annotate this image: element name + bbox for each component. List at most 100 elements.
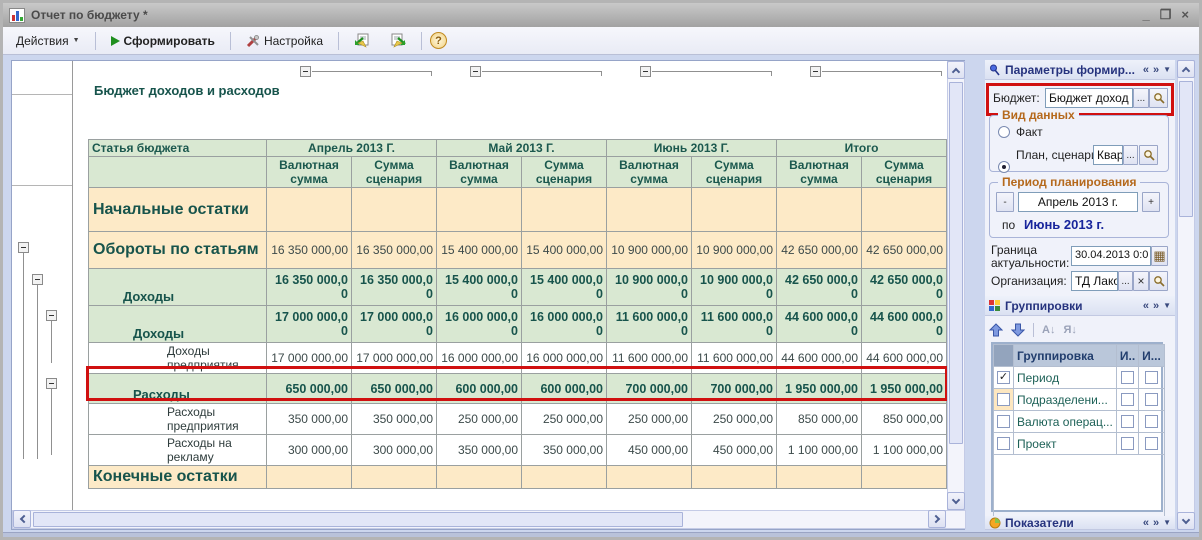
- grouping-option-checkbox[interactable]: [1121, 437, 1134, 450]
- column-header-april: Апрель 2013 Г.: [267, 140, 437, 157]
- cell: [607, 188, 692, 232]
- collapse-left-icon[interactable]: «: [1143, 64, 1149, 76]
- params-section-header[interactable]: Параметры формир... « » ▼: [985, 60, 1175, 80]
- scenario-ellipsis-button[interactable]: ...: [1123, 145, 1138, 165]
- window-title: Отчет по бюджету *: [31, 8, 1137, 22]
- grouping-row[interactable]: Валюта операц...: [994, 411, 1165, 433]
- group-line: [941, 71, 942, 76]
- section-menu-icon[interactable]: ▼: [1163, 65, 1171, 74]
- scrollbar-thumb[interactable]: [33, 512, 683, 527]
- sort-ascending-icon[interactable]: А↓: [1042, 324, 1055, 336]
- grouping-row[interactable]: Подразделени...: [994, 389, 1165, 411]
- grouping-row[interactable]: ✓ Период: [994, 367, 1165, 389]
- cell: 250 000,00: [692, 404, 777, 435]
- collapse-left-icon[interactable]: «: [1143, 300, 1149, 312]
- report-vertical-scrollbar[interactable]: [947, 61, 965, 510]
- grouping-option-checkbox[interactable]: [1145, 437, 1158, 450]
- grouping-option-checkbox[interactable]: [1145, 393, 1158, 406]
- grouping-option-checkbox[interactable]: [1145, 371, 1158, 384]
- report-horizontal-scrollbar[interactable]: [12, 510, 966, 529]
- groupings-section-header[interactable]: Группировки « » ▼: [985, 296, 1175, 316]
- close-button[interactable]: ×: [1181, 8, 1189, 22]
- collapse-left-icon[interactable]: «: [1143, 517, 1149, 529]
- period-plus-button[interactable]: +: [1142, 192, 1160, 212]
- grouping-option-checkbox[interactable]: [1121, 415, 1134, 428]
- scenario-input[interactable]: Квар: [1093, 145, 1123, 165]
- move-up-icon[interactable]: [989, 323, 1003, 337]
- row-label: Конечные остатки: [89, 466, 267, 489]
- grouping-checkbox[interactable]: [997, 437, 1010, 450]
- scroll-down-button[interactable]: [1177, 512, 1195, 530]
- cell: 850 000,00: [862, 404, 947, 435]
- section-menu-icon[interactable]: ▼: [1163, 301, 1171, 310]
- column-header-may: Май 2013 Г.: [437, 140, 607, 157]
- sort-descending-icon[interactable]: Я↓: [1063, 324, 1076, 336]
- cell: 17 000 000,00: [267, 306, 352, 343]
- organization-ellipsis-button[interactable]: ...: [1118, 271, 1133, 291]
- scroll-up-button[interactable]: [947, 61, 965, 79]
- collapse-right-icon[interactable]: »: [1153, 64, 1159, 76]
- boundary-input[interactable]: 30.04.2013 0:0: [1071, 246, 1151, 266]
- generate-button[interactable]: Сформировать: [104, 30, 222, 52]
- collapse-column-group-icon[interactable]: [810, 66, 821, 77]
- organization-clear-button[interactable]: ×: [1133, 271, 1149, 291]
- grouping-option-checkbox[interactable]: [1121, 371, 1134, 384]
- budget-input[interactable]: Бюджет доход: [1045, 88, 1133, 108]
- collapse-right-icon[interactable]: »: [1153, 300, 1159, 312]
- grouping-row[interactable]: Проект: [994, 433, 1165, 455]
- collapse-row-group-icon[interactable]: [32, 274, 43, 285]
- fact-radio[interactable]: [998, 126, 1010, 138]
- budget-ellipsis-button[interactable]: ...: [1133, 88, 1149, 108]
- scenario-search-button[interactable]: [1139, 145, 1158, 165]
- cell: 10 900 000,00: [607, 269, 692, 306]
- collapse-column-group-icon[interactable]: [470, 66, 481, 77]
- scrollbar-thumb[interactable]: [1179, 81, 1193, 217]
- collapse-row-group-icon[interactable]: [18, 242, 29, 253]
- move-down-icon[interactable]: [1011, 323, 1025, 337]
- collapse-row-group-icon[interactable]: [46, 378, 57, 389]
- collapse-column-group-icon[interactable]: [640, 66, 651, 77]
- save-settings-button[interactable]: [383, 29, 413, 52]
- grouping-checkbox[interactable]: [997, 415, 1010, 428]
- scroll-left-button[interactable]: [13, 510, 31, 528]
- plan-radio[interactable]: [998, 161, 1010, 173]
- group-line: [431, 71, 432, 76]
- period-from-input[interactable]: Апрель 2013 г.: [1018, 192, 1138, 212]
- collapse-column-group-icon[interactable]: [300, 66, 311, 77]
- scroll-right-button[interactable]: [928, 510, 946, 528]
- grouping-option-checkbox[interactable]: [1145, 415, 1158, 428]
- grouping-name: Подразделени...: [1014, 389, 1117, 411]
- minimize-button[interactable]: _: [1143, 8, 1150, 22]
- row-label: Доходы предприятия: [89, 343, 267, 374]
- budget-search-button[interactable]: [1149, 88, 1168, 108]
- maximize-button[interactable]: ❐: [1160, 8, 1172, 22]
- grouping-checkbox[interactable]: [997, 393, 1010, 406]
- cell: 700 000,00: [692, 374, 777, 404]
- organization-search-button[interactable]: [1149, 271, 1168, 291]
- cell: 250 000,00: [522, 404, 607, 435]
- fact-label: Факт: [1016, 125, 1043, 139]
- indicators-section-header[interactable]: Показатели « » ▼: [985, 516, 1175, 530]
- scrollbar-thumb[interactable]: [949, 82, 963, 444]
- boundary-calendar-button[interactable]: ▦: [1151, 246, 1168, 266]
- scroll-down-button[interactable]: [947, 492, 965, 510]
- cell: 16 000 000,00: [522, 343, 607, 374]
- organization-input[interactable]: ТД Лако: [1071, 271, 1118, 291]
- grouping-option-checkbox[interactable]: [1121, 393, 1134, 406]
- cell: 17 000 000,00: [352, 343, 437, 374]
- help-button[interactable]: ?: [430, 32, 447, 49]
- cell: 600 000,00: [437, 374, 522, 404]
- collapse-row-group-icon[interactable]: [46, 310, 57, 321]
- period-to-value[interactable]: Июнь 2013 г.: [1024, 217, 1104, 232]
- scroll-up-button[interactable]: [1177, 60, 1195, 78]
- restore-settings-button[interactable]: [347, 29, 377, 52]
- actions-menu-button[interactable]: Действия ▼: [9, 30, 87, 52]
- panel-vertical-scrollbar[interactable]: [1177, 60, 1195, 530]
- collapse-right-icon[interactable]: »: [1153, 517, 1159, 529]
- settings-button[interactable]: Настройка: [239, 30, 330, 52]
- section-menu-icon[interactable]: ▼: [1163, 518, 1171, 527]
- grouping-checkbox-checked[interactable]: ✓: [997, 371, 1010, 384]
- toolbar-separator: [95, 32, 96, 50]
- period-minus-button[interactable]: -: [996, 192, 1014, 212]
- groupings-col-i1: И..: [1116, 345, 1138, 367]
